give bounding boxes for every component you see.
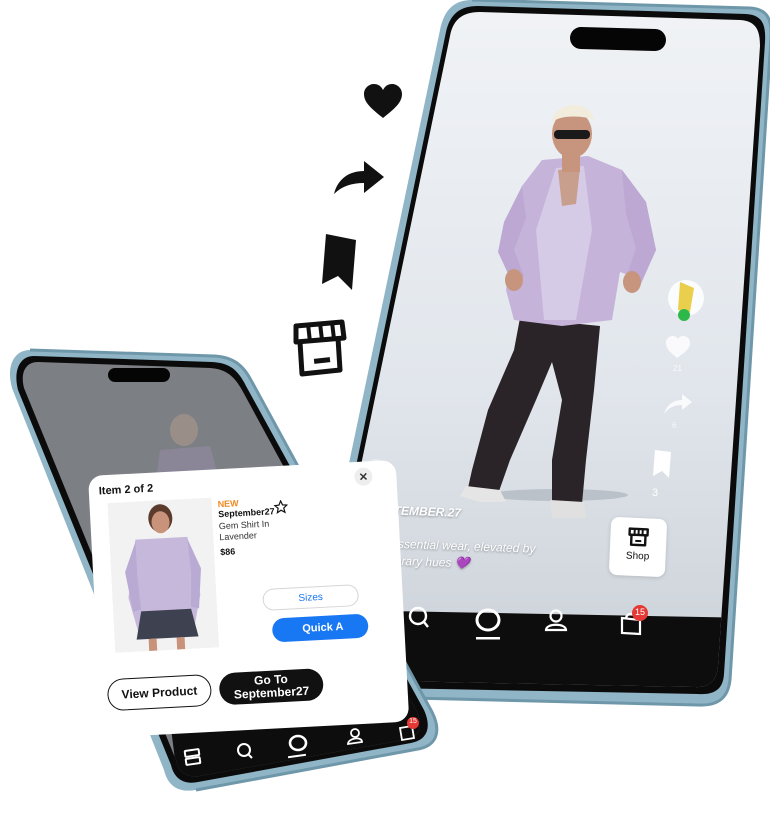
product-image[interactable] [107, 497, 220, 653]
brand-name[interactable]: September27 [218, 506, 275, 519]
product-name: Gem Shirt In Lavender [219, 519, 271, 544]
bag-badge-count: 15 [634, 607, 645, 617]
sheet-title: Item 2 of 2 [98, 482, 154, 498]
sizes-dropdown[interactable]: Sizes [262, 584, 360, 612]
profile-icon[interactable] [544, 609, 568, 632]
close-button[interactable] [353, 467, 373, 487]
left-bag-badge-count: 15 [409, 718, 417, 725]
go-to-store-button[interactable]: Go To September27 [218, 667, 325, 706]
close-icon [359, 472, 368, 481]
product-name-line-1: Gem Shirt In [218, 518, 270, 532]
product-sheet: Item 2 of 2 NEW September27 Gem Shirt In… [88, 459, 410, 738]
product-name-line-2: Lavender [219, 530, 258, 543]
home-circle-icon[interactable] [475, 608, 501, 640]
product-price: $86 [219, 546, 236, 558]
favorite-star-icon[interactable] [273, 499, 289, 515]
go-to-line-2: September27 [233, 683, 310, 702]
quick-add-button[interactable]: Quick A [271, 613, 369, 643]
left-phone: 15 Item 2 of 2 NEW September27 Gem Shirt… [0, 340, 450, 820]
view-product-button[interactable]: View Product [106, 673, 213, 712]
